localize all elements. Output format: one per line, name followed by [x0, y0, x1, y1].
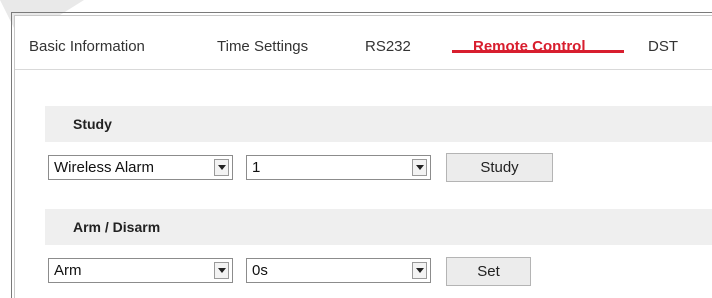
chevron-down-icon[interactable]: [214, 262, 229, 279]
active-tab-indicator: [452, 50, 624, 53]
tab-bar: Basic Information Time Settings RS232 Re…: [15, 16, 712, 70]
chevron-down-icon[interactable]: [412, 159, 427, 176]
study-number-value: 1: [252, 159, 261, 176]
chevron-down-icon[interactable]: [214, 159, 229, 176]
study-section-title: Study: [73, 116, 112, 132]
set-button[interactable]: Set: [446, 257, 531, 286]
study-type-value: Wireless Alarm: [54, 159, 155, 176]
study-number-select[interactable]: 1: [246, 155, 431, 180]
arm-mode-value: Arm: [54, 262, 82, 279]
arm-delay-select[interactable]: 0s: [246, 258, 431, 283]
tab-basic-information[interactable]: Basic Information: [29, 38, 145, 55]
tab-dst[interactable]: DST: [648, 38, 678, 55]
study-type-select[interactable]: Wireless Alarm: [48, 155, 233, 180]
study-section-header: Study: [45, 106, 712, 142]
chevron-down-icon[interactable]: [412, 262, 427, 279]
tab-time-settings[interactable]: Time Settings: [217, 38, 308, 55]
tab-rs232[interactable]: RS232: [365, 38, 411, 55]
study-button[interactable]: Study: [446, 153, 553, 182]
arm-disarm-section-header: Arm / Disarm: [45, 209, 712, 245]
arm-disarm-section-title: Arm / Disarm: [73, 219, 161, 235]
arm-delay-value: 0s: [252, 262, 268, 279]
arm-mode-select[interactable]: Arm: [48, 258, 233, 283]
